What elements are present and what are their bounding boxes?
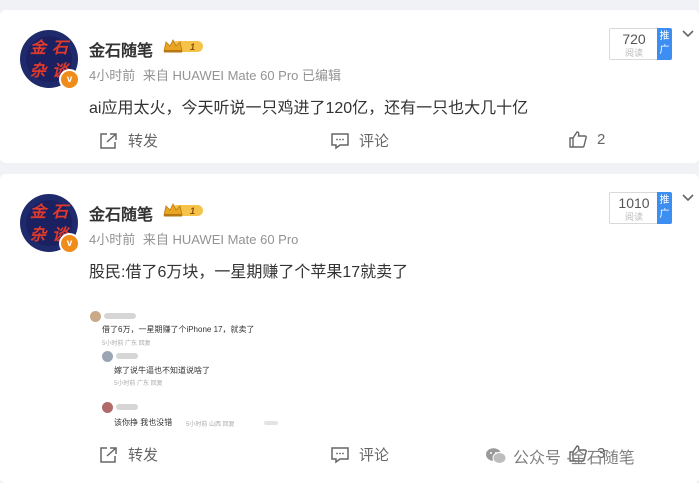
comment-button[interactable]: 评论: [330, 444, 389, 465]
promote-button[interactable]: 推广: [657, 192, 672, 224]
comment-meta: 5小时前 广东 回复: [102, 341, 151, 347]
comment-text: 借了6万，一星期赚了个iPhone 17，就卖了: [102, 325, 255, 334]
comment-avatar: [102, 351, 113, 362]
post-text: ai应用太火，今天听说一只鸡进了120亿，还有一只也大几十亿: [89, 100, 529, 117]
repost-label: 转发: [128, 447, 159, 464]
verified-badge-icon: v: [59, 69, 80, 90]
read-count: 1010: [618, 195, 650, 211]
share-icon: [100, 446, 117, 463]
verified-badge-icon: v: [59, 233, 80, 254]
read-count-widget[interactable]: 1010 阅读 推广: [609, 192, 673, 224]
author-name[interactable]: 金石随笔: [89, 201, 153, 225]
level-crown-icon: 1: [163, 203, 203, 217]
like-button[interactable]: 2: [568, 130, 605, 148]
comment-meta: 5小时前 山西 回复: [186, 422, 235, 428]
read-count-box: 1010 阅读: [609, 192, 659, 224]
blurred-mark: [264, 421, 278, 425]
post-card: 金石杂谈 v 金石随笔 1 4小时前 来自 HUAWEI Mate 60 Pro…: [0, 10, 699, 163]
level-crown-icon: 1: [163, 39, 203, 53]
post-image[interactable]: 借了6万，一星期赚了个iPhone 17，就卖了 5小时前 广东 回复 嫁了说牛…: [90, 310, 280, 435]
like-count: 2: [597, 130, 606, 148]
post-card: 金石杂谈 v 金石随笔 1 4小时前 来自 HUAWEI Mate 60 Pro…: [0, 174, 699, 483]
post-time[interactable]: 4小时前: [89, 68, 135, 83]
comment-label: 评论: [359, 447, 390, 464]
repost-label: 转发: [128, 133, 159, 150]
repost-button[interactable]: 转发: [99, 444, 158, 465]
comment-label: 评论: [359, 133, 390, 150]
read-label: 阅读: [624, 212, 643, 222]
post-source: 来自 HUAWEI Mate 60 Pro 已编辑: [142, 68, 342, 83]
level-number: 1: [190, 206, 195, 216]
comment-icon: [331, 132, 349, 149]
comment-avatar: [102, 402, 113, 413]
blurred-username: [104, 313, 136, 319]
chevron-down-icon[interactable]: [681, 190, 695, 204]
read-count-widget[interactable]: 720 阅读 推广: [609, 28, 673, 60]
read-count-box: 720 阅读: [609, 28, 659, 60]
read-count: 720: [622, 31, 646, 47]
promote-button[interactable]: 推广: [657, 28, 672, 60]
comment-avatar: [90, 311, 101, 322]
repost-button[interactable]: 转发: [99, 130, 158, 151]
comment-meta: 5小时前 广东 回复: [114, 381, 163, 387]
comment-text: 该你挣 我也没错: [114, 418, 173, 427]
comment-button[interactable]: 评论: [330, 130, 389, 151]
comment-text: 嫁了说牛逼也不知道说啥了: [114, 366, 210, 375]
level-number: 1: [190, 42, 195, 52]
blurred-username: [116, 353, 138, 359]
post-time[interactable]: 4小时前: [89, 232, 135, 247]
avatar[interactable]: 金石杂谈 v: [20, 194, 80, 254]
comment-icon: [331, 446, 349, 463]
blurred-username: [116, 404, 138, 410]
read-label: 阅读: [624, 48, 643, 58]
avatar[interactable]: 金石杂谈 v: [20, 30, 80, 90]
chevron-down-icon[interactable]: [681, 26, 695, 40]
thumbs-up-icon: [569, 131, 587, 148]
post-meta: 4小时前 来自 HUAWEI Mate 60 Pro: [89, 229, 298, 248]
author-name[interactable]: 金石随笔: [89, 37, 153, 61]
post-source: 来自 HUAWEI Mate 60 Pro: [142, 232, 299, 247]
wechat-icon: [486, 448, 507, 464]
post-text: 股民:借了6万块，一星期赚了个苹果17就卖了: [89, 264, 409, 281]
watermark-name: 金石随笔: [570, 450, 635, 467]
watermark-prefix: 公众号 ·: [513, 450, 571, 467]
watermark: 公众号 · 金石随笔: [485, 444, 635, 468]
post-meta: 4小时前 来自 HUAWEI Mate 60 Pro 已编辑: [89, 65, 341, 84]
share-icon: [100, 132, 117, 149]
